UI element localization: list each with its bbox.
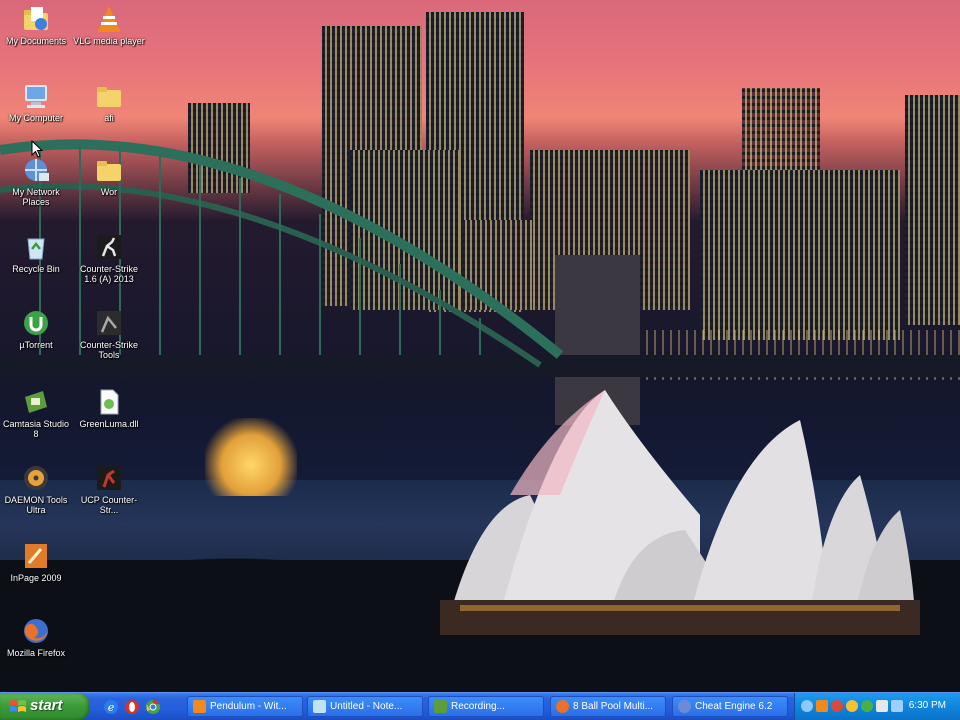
- network-icon: [25, 159, 49, 181]
- folder-documents-icon: [24, 7, 48, 30]
- windows-flag-icon: [10, 700, 26, 712]
- taskbar-button-recording[interactable]: Recording...: [428, 696, 544, 717]
- desktop-icon-daemon-tools[interactable]: DAEMON Tools Ultra: [0, 463, 72, 515]
- ie-icon[interactable]: e: [103, 699, 119, 715]
- chrome-icon[interactable]: [145, 699, 161, 715]
- firefox-icon: [556, 700, 569, 713]
- clock[interactable]: 6:30 PM: [909, 700, 946, 711]
- start-button[interactable]: start: [0, 693, 90, 720]
- vlc-cone-icon: [98, 6, 120, 32]
- ucp-icon: [97, 466, 121, 490]
- computer-icon: [25, 85, 47, 108]
- smiley-tray-icon[interactable]: [846, 700, 858, 712]
- wallpaper-tower: [905, 95, 960, 325]
- speaker-tray-icon[interactable]: [876, 700, 888, 712]
- desktop-icon-my-documents[interactable]: My Documents: [0, 4, 72, 46]
- svg-text:e: e: [108, 701, 115, 714]
- vlc-cone-icon: [193, 700, 206, 713]
- taskbar-button-notepad[interactable]: Untitled - Note...: [307, 696, 423, 717]
- shield-tray-icon[interactable]: [831, 700, 843, 712]
- desktop-icon-wor[interactable]: Wor: [73, 155, 145, 197]
- inpage-icon: [25, 544, 47, 568]
- mouse-cursor-icon: [31, 140, 43, 158]
- cheat-engine-icon: [678, 700, 691, 713]
- desktop-icon-counter-strike[interactable]: Counter-Strike 1.6 (A) 2013: [73, 232, 145, 284]
- desktop-icon-vlc[interactable]: VLC media player: [73, 4, 145, 46]
- counter-strike-tools-icon: [97, 311, 121, 335]
- desktop-icon-utorrent[interactable]: µTorrent: [0, 308, 72, 350]
- desktop-icon-afi[interactable]: afi: [73, 81, 145, 123]
- daemon-tools-icon: [24, 466, 48, 490]
- desktop-icon-ucp[interactable]: UCP Counter-Str...: [73, 463, 145, 515]
- camtasia-icon: [25, 391, 47, 413]
- folder-icon: [97, 161, 121, 181]
- desktop-icon-counter-strike-tools[interactable]: Counter-Strike Tools: [73, 308, 145, 360]
- desktop-icon-my-network-places[interactable]: My Network Places: [0, 155, 72, 207]
- wallpaper-opera-house: [440, 390, 920, 635]
- desktop-icon-inpage[interactable]: InPage 2009: [0, 541, 72, 583]
- desktop-icon-recycle-bin[interactable]: Recycle Bin: [0, 232, 72, 274]
- dll-file-icon: [100, 389, 119, 415]
- counter-strike-icon: [97, 235, 121, 259]
- desktop[interactable]: My Documents VLC media player My Compute…: [0, 0, 960, 692]
- taskbar-button-pendulum[interactable]: Pendulum - Wit...: [187, 696, 303, 717]
- camtasia-icon: [434, 700, 447, 713]
- taskbar-button-cheat-engine[interactable]: Cheat Engine 6.2: [672, 696, 788, 717]
- monitor-tray-icon[interactable]: [891, 700, 903, 712]
- utorrent-icon: [24, 311, 48, 335]
- taskbar-button-8-ball-pool[interactable]: 8 Ball Pool Multi...: [550, 696, 666, 717]
- wallpaper-luna-park: [205, 418, 297, 496]
- desktop-icon-my-computer[interactable]: My Computer: [0, 81, 72, 123]
- wallpaper-tower: [700, 170, 900, 340]
- network-tray-icon[interactable]: [801, 700, 813, 712]
- opera-icon[interactable]: [124, 699, 140, 715]
- firefox-icon: [24, 619, 48, 643]
- system-tray: 6:30 PM: [794, 693, 960, 720]
- start-label: start: [30, 697, 63, 714]
- folder-icon: [97, 87, 121, 107]
- green-tray-icon[interactable]: [861, 700, 873, 712]
- notepad-icon: [313, 700, 326, 713]
- taskbar: start e Pendulum - Wit... Untitled - Not…: [0, 692, 960, 720]
- desktop-icon-greenluma[interactable]: GreenLuma.dll: [73, 387, 145, 429]
- desktop-icon-camtasia[interactable]: Camtasia Studio 8: [0, 387, 72, 439]
- recycle-bin-icon: [27, 238, 45, 260]
- desktop-icon-firefox[interactable]: Mozilla Firefox: [0, 616, 72, 658]
- vlc-tray-icon[interactable]: [816, 700, 828, 712]
